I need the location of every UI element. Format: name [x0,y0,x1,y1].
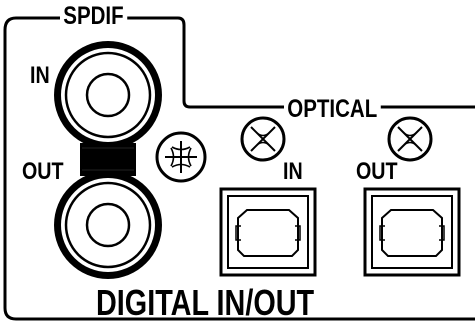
optical-in-port [219,187,317,277]
optical-in-screw-icon [240,116,286,162]
optical-out-screw-icon [387,116,433,162]
optical-out-port [363,187,461,277]
optical-out-label: OUT [356,158,398,185]
optical-label: OPTICAL [284,97,381,122]
optical-in-label: IN [283,158,303,185]
digital-io-panel: SPDIF IN OUT OPTICAL IN OUT DIGITAL IN/O… [0,0,475,331]
spdif-in-jack [54,41,162,149]
spdif-in-label: IN [30,62,50,89]
screw-icon [155,131,207,183]
spdif-label: SPDIF [60,4,127,29]
spdif-out-label: OUT [22,158,64,185]
spdif-out-jack [54,171,162,279]
panel-title: DIGITAL IN/OUT [96,282,315,323]
